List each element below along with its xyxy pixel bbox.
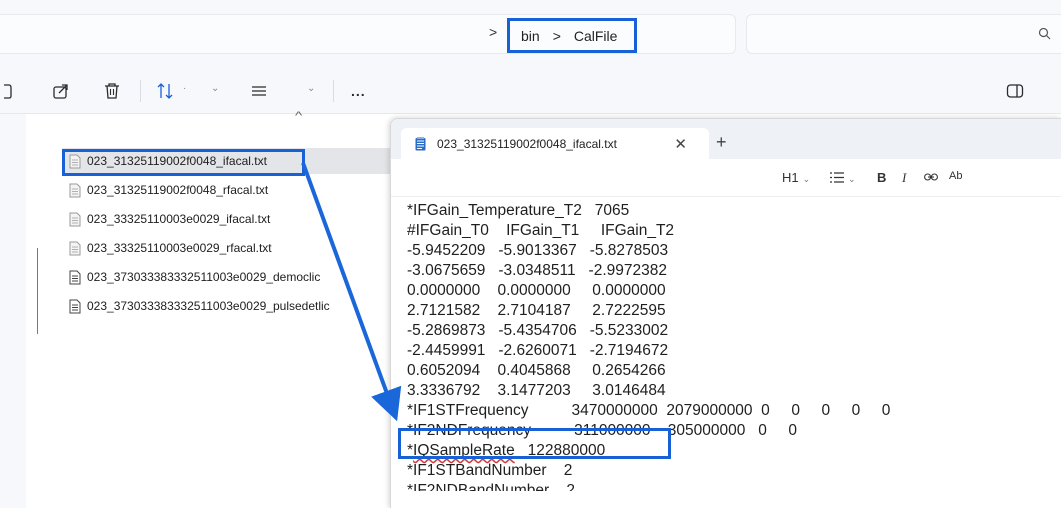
- navigation-pane-edge: [0, 114, 26, 508]
- notepad-format-bar: H1 ⌄ ⌄ B I Ab: [391, 159, 1061, 197]
- delete-icon[interactable]: [104, 80, 120, 102]
- breadcrumb-calfile[interactable]: CalFile: [574, 28, 618, 44]
- list-dropdown[interactable]: ⌄: [830, 170, 856, 185]
- list-icon: [830, 172, 844, 183]
- heading-dropdown[interactable]: H1 ⌄: [782, 170, 810, 185]
- file-name: 023_373033383332511003e0029_democlic: [87, 270, 321, 284]
- text-line: *IF1STBandNumber 2: [407, 462, 573, 479]
- details-pane-icon[interactable]: [1006, 80, 1024, 102]
- share-icon[interactable]: [52, 80, 70, 102]
- spellcheck-button[interactable]: Ab: [949, 170, 962, 182]
- scroll-up-icon[interactable]: ^: [295, 110, 302, 122]
- file-highlight-box: [62, 149, 305, 176]
- link-icon[interactable]: [924, 172, 938, 182]
- breadcrumb-chevron[interactable]: >: [489, 24, 497, 40]
- chevron-down-icon[interactable]: ⌄: [211, 83, 219, 94]
- text-line: *IFGain_Temperature_T2 7065: [407, 202, 630, 219]
- text-line-partial: *IF2NDBandNumber 2: [407, 482, 575, 491]
- text-line: 3.3336792 3.1477203 3.0146484: [407, 382, 666, 399]
- chevron-down-icon: ⌄: [848, 174, 856, 184]
- file-row[interactable]: 023_33325110003e0029_rfacal.txt: [62, 235, 392, 261]
- line-highlight-box: [398, 428, 671, 459]
- file-name: 023_31325119002f0048_rfacal.txt: [87, 183, 269, 197]
- toolbar-divider: [140, 80, 141, 102]
- file-row[interactable]: 023_31325119002f0048_rfacal.txt: [62, 177, 392, 203]
- file-row[interactable]: 023_33325110003e0029_ifacal.txt: [62, 206, 392, 232]
- file-row[interactable]: 023_373033383332511003e0029_pulsedetlic: [62, 293, 392, 319]
- file-name: 023_33325110003e0029_rfacal.txt: [87, 241, 272, 255]
- file-name: 023_33325110003e0029_ifacal.txt: [87, 212, 271, 226]
- text-line: 2.7121582 2.7104187 2.7222595: [407, 302, 666, 319]
- text-line: -3.0675659 -3.0348511 -2.9972382: [407, 262, 667, 279]
- chevron-down-icon[interactable]: ⌄: [307, 83, 315, 94]
- heading-label: H1: [782, 170, 799, 185]
- text-line: -2.4459991 -2.6260071 -2.7194672: [407, 342, 669, 359]
- document-icon: [69, 299, 81, 313]
- close-icon[interactable]: ✕: [674, 135, 687, 153]
- navigation-scrollbar[interactable]: [37, 248, 38, 334]
- search-icon: [1038, 27, 1051, 40]
- file-name: 023_373033383332511003e0029_pulsedetlic: [87, 299, 330, 313]
- text-file-icon: [69, 212, 81, 226]
- notepad-tab-bar: 023_31325119002f0048_ifacal.txt ✕ +: [391, 119, 1061, 159]
- notepad-tab-title: 023_31325119002f0048_ifacal.txt: [437, 136, 617, 151]
- view-icon[interactable]: [251, 80, 267, 102]
- paste-icon[interactable]: [4, 80, 12, 102]
- breadcrumb: bin > CalFile: [507, 18, 637, 53]
- text-file-icon: [69, 241, 81, 255]
- more-options-button[interactable]: ...: [351, 80, 366, 102]
- breadcrumb-bin[interactable]: bin: [521, 28, 540, 44]
- chevron-down-icon: ⌄: [802, 174, 811, 184]
- text-line: -5.9452209 -5.9013367 -5.8278503: [407, 242, 669, 259]
- file-row[interactable]: 023_373033383332511003e0029_democlic: [62, 264, 392, 290]
- add-tab-icon[interactable]: +: [716, 132, 727, 153]
- bold-button[interactable]: B: [877, 170, 886, 185]
- notepad-tab[interactable]: 023_31325119002f0048_ifacal.txt ✕: [401, 128, 709, 159]
- search-input[interactable]: [746, 14, 1061, 54]
- breadcrumb-separator: >: [552, 27, 561, 44]
- toolbar-divider: [333, 80, 334, 102]
- address-bar-row: > bin > CalFile: [0, 0, 1061, 68]
- sort-icon[interactable]: [156, 80, 176, 102]
- text-line: -5.2869873 -5.4354706 -5.5233002: [407, 322, 669, 339]
- notepad-icon: [415, 136, 426, 150]
- italic-button[interactable]: I: [902, 170, 906, 186]
- text-line: #IFGain_T0 IFGain_T1 IFGain_T2: [407, 222, 675, 239]
- text-line: *IF1STFrequency 3470000000 2079000000 0 …: [407, 402, 891, 419]
- text-line: 0.0000000 0.0000000 0.0000000: [407, 282, 666, 299]
- text-line: 0.6052094 0.4045868 0.2654266: [407, 362, 666, 379]
- sort-dot: ·: [183, 83, 187, 94]
- text-file-icon: [69, 183, 81, 197]
- explorer-toolbar: · ⌄ ⌄ ...: [0, 68, 1061, 114]
- document-icon: [69, 270, 81, 284]
